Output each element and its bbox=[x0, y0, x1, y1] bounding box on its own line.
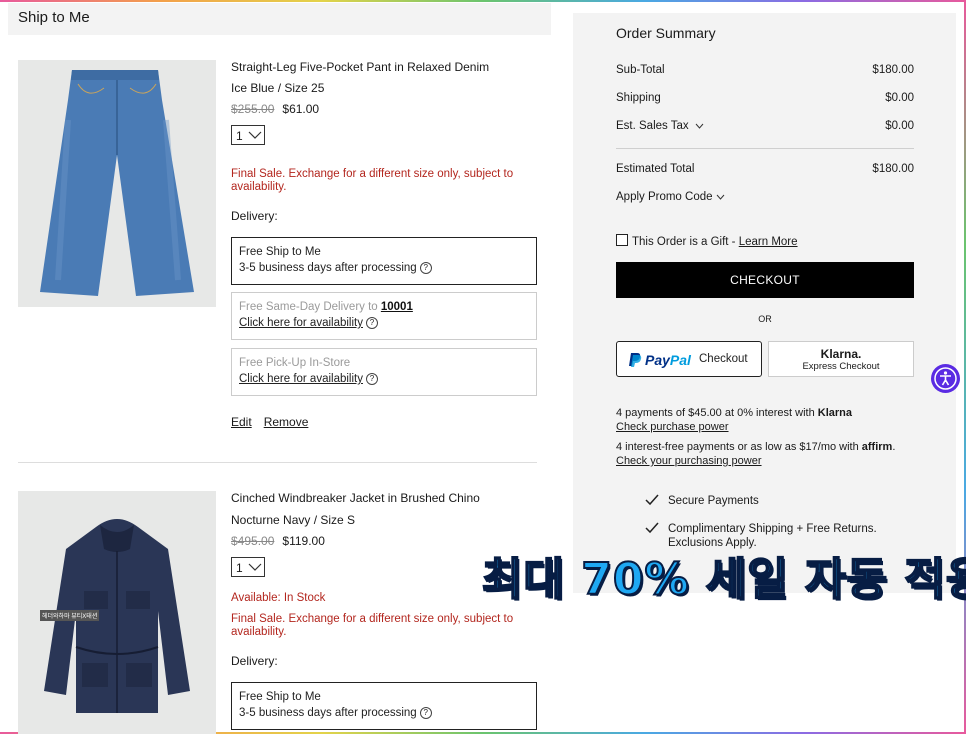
delivery-option-detail: Click here for availability? bbox=[239, 373, 378, 385]
sales-tax-value: $0.00 bbox=[885, 120, 914, 132]
delivery-option-title: Free Same-Day Delivery to 10001 bbox=[239, 301, 413, 313]
product-title[interactable]: Straight-Leg Five-Pocket Pant in Relaxed… bbox=[231, 60, 489, 74]
product-title[interactable]: Cinched Windbreaker Jacket in Brushed Ch… bbox=[231, 491, 480, 505]
zip-code-link[interactable]: 10001 bbox=[381, 301, 413, 313]
help-icon[interactable]: ? bbox=[366, 373, 378, 385]
summary-divider bbox=[616, 148, 914, 149]
product-variant: Ice Blue / Size 25 bbox=[231, 81, 325, 95]
sale-overlay-banner: 최대 70% 세일 자동 적용 bbox=[481, 553, 966, 606]
delivery-option-title: Free Ship to Me bbox=[239, 246, 321, 258]
chevron-down-icon bbox=[695, 123, 704, 129]
edit-link[interactable]: Edit bbox=[231, 415, 252, 429]
check-icon bbox=[645, 494, 659, 506]
paypal-checkout-label: Checkout bbox=[699, 353, 748, 365]
accessibility-button[interactable] bbox=[931, 364, 960, 393]
availability-link[interactable]: Click here for availability bbox=[239, 317, 363, 329]
klarna-wordmark: Klarna. bbox=[820, 347, 862, 361]
gift-option: This Order is a Gift - Learn More bbox=[616, 234, 798, 248]
chevron-down-icon bbox=[248, 563, 262, 571]
help-icon[interactable]: ? bbox=[419, 262, 432, 274]
delivery-option-pickup[interactable]: Free Pick-Up In-Store Click here for ava… bbox=[231, 348, 537, 396]
product-price: $495.00 $119.00 bbox=[231, 534, 325, 548]
delivery-option-title: Free Ship to Me bbox=[239, 691, 321, 703]
final-sale-notice: Final Sale. Exchange for a different siz… bbox=[231, 613, 514, 638]
delivery-label: Delivery: bbox=[231, 654, 278, 668]
checkout-button[interactable]: CHECKOUT bbox=[616, 262, 914, 298]
delivery-option-title: Free Pick-Up In-Store bbox=[239, 357, 351, 369]
product-variant: Nocturne Navy / Size S bbox=[231, 513, 356, 527]
product-price: $255.00 $61.00 bbox=[231, 102, 319, 116]
image-watermark-tag: 헤더와하마 뷰티X태션 bbox=[40, 610, 100, 621]
estimated-total-label: Estimated Total bbox=[616, 163, 695, 175]
delivery-option-ship-to-me[interactable]: Free Ship to Me 3-5 business days after … bbox=[231, 682, 537, 730]
help-icon[interactable]: ? bbox=[419, 707, 432, 719]
subtotal-label: Sub-Total bbox=[616, 64, 665, 76]
sale-price: $119.00 bbox=[282, 534, 325, 548]
klarna-purchase-power-link[interactable]: Check purchase power bbox=[616, 421, 729, 433]
quantity-select[interactable]: 1 bbox=[231, 125, 265, 145]
shipping-label: Shipping bbox=[616, 92, 661, 104]
gift-checkbox[interactable] bbox=[616, 234, 628, 246]
paypal-icon bbox=[629, 353, 642, 367]
learn-more-link[interactable]: Learn More bbox=[739, 236, 798, 248]
help-icon[interactable]: ? bbox=[366, 317, 378, 329]
delivery-option-detail: Click here for availability? bbox=[239, 317, 378, 329]
shipping-value: $0.00 bbox=[885, 92, 914, 104]
klarna-checkout-button[interactable]: Klarna. Express Checkout bbox=[768, 341, 914, 377]
chevron-down-icon bbox=[716, 194, 725, 200]
final-sale-notice: Final Sale. Exchange for a different siz… bbox=[231, 168, 514, 193]
klarna-subtitle: Express Checkout bbox=[802, 361, 880, 372]
subtotal-value: $180.00 bbox=[872, 64, 914, 76]
remove-link[interactable]: Remove bbox=[264, 415, 309, 429]
klarna-installments-text: 4 payments of $45.00 at 0% interest with… bbox=[616, 407, 853, 419]
quantity-value: 1 bbox=[236, 561, 243, 575]
original-price: $255.00 bbox=[231, 102, 275, 116]
paypal-checkout-button[interactable]: PayPal Checkout bbox=[616, 341, 762, 377]
sales-tax-label: Est. Sales Tax bbox=[616, 120, 704, 132]
quantity-value: 1 bbox=[236, 129, 243, 143]
or-separator: OR bbox=[758, 314, 772, 324]
delivery-label: Delivery: bbox=[231, 209, 278, 223]
affirm-logo: affirm bbox=[861, 441, 893, 453]
availability-link[interactable]: Click here for availability bbox=[239, 373, 363, 385]
sale-price: $61.00 bbox=[282, 102, 320, 116]
chevron-down-icon bbox=[248, 131, 262, 139]
affirm-purchasing-power-link[interactable]: Check your purchasing power bbox=[616, 455, 762, 467]
frame-top-border bbox=[0, 0, 966, 2]
promo-code-label: Apply Promo Code bbox=[616, 191, 725, 203]
estimated-total-value: $180.00 bbox=[872, 163, 914, 175]
ship-to-me-header: Ship to Me bbox=[8, 3, 551, 35]
delivery-option-detail: 3-5 business days after processing? bbox=[239, 707, 432, 719]
jeans-illustration bbox=[40, 70, 194, 296]
paypal-wordmark: PayPal bbox=[645, 352, 691, 368]
quantity-select[interactable]: 1 bbox=[231, 557, 265, 577]
item-actions: Edit Remove bbox=[231, 415, 320, 429]
gift-label: This Order is a Gift - bbox=[632, 236, 739, 248]
delivery-option-same-day[interactable]: Free Same-Day Delivery to 10001 Click he… bbox=[231, 292, 537, 340]
ship-to-me-title: Ship to Me bbox=[18, 9, 90, 26]
product-image-denim[interactable] bbox=[18, 60, 216, 307]
order-summary-title: Order Summary bbox=[616, 25, 716, 41]
accessibility-icon bbox=[934, 367, 957, 390]
original-price: $495.00 bbox=[231, 534, 275, 548]
check-icon bbox=[645, 522, 659, 534]
delivery-option-ship-to-me[interactable]: Free Ship to Me 3-5 business days after … bbox=[231, 237, 537, 285]
affirm-installments-text: 4 interest-free payments or as low as $1… bbox=[616, 441, 896, 453]
delivery-option-detail: 3-5 business days after processing? bbox=[239, 262, 432, 274]
item-divider bbox=[18, 462, 537, 463]
